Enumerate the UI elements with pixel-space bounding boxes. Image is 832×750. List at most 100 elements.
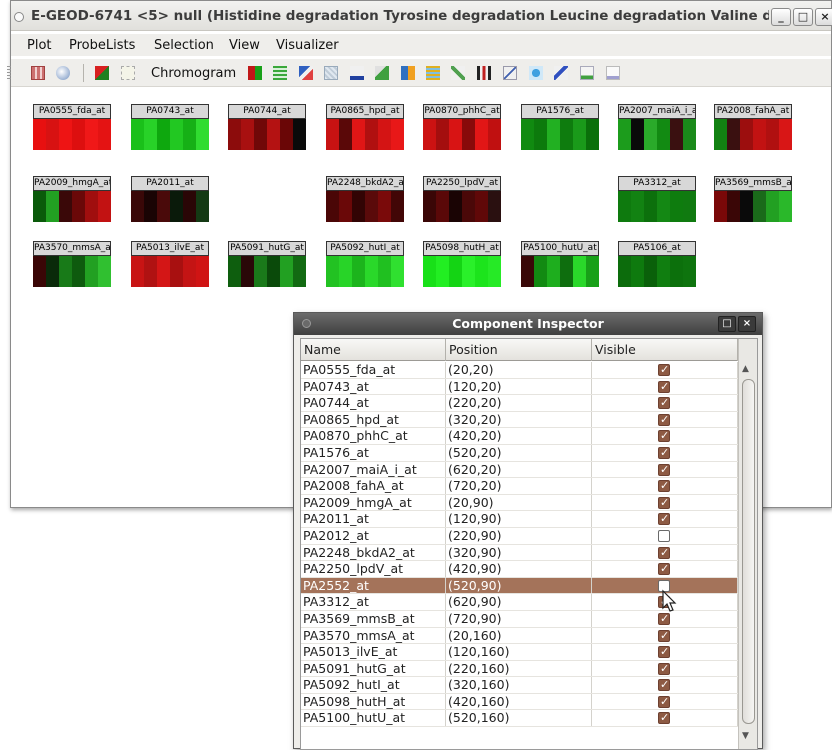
visible-checkbox[interactable] <box>658 611 670 627</box>
menu-view[interactable]: View <box>229 38 260 53</box>
edit-icon[interactable] <box>554 66 568 80</box>
visible-checkbox[interactable] <box>658 462 670 477</box>
chromogram-tile[interactable]: PA2007_maiA_i_at <box>618 104 696 150</box>
visible-checkbox[interactable] <box>658 445 670 461</box>
layout-icon[interactable] <box>121 66 135 80</box>
visible-checkbox[interactable] <box>658 545 670 560</box>
boxplot-icon[interactable] <box>477 66 491 80</box>
table-row[interactable]: PA2250_lpdV_at (420,90) <box>301 561 738 578</box>
chromogram-tile[interactable]: PA2011_at <box>131 176 209 222</box>
info-icon[interactable] <box>56 66 70 80</box>
chromogram-tile[interactable]: PA3569_mmsB_at <box>714 176 792 222</box>
chromogram-tile[interactable]: PA1576_at <box>521 104 599 150</box>
chromogram-tile[interactable]: PA2009_hmgA_at <box>33 176 111 222</box>
table-row[interactable]: PA2007_maiA_i_at (620,20) <box>301 461 738 479</box>
visible-checkbox[interactable] <box>658 478 670 494</box>
chromogram-tile[interactable]: PA2248_bkdA2_at <box>326 176 404 222</box>
chromogram-tile[interactable]: PA5098_hutH_at <box>423 241 501 287</box>
table-row[interactable]: PA5013_ilvE_at (120,160) <box>301 644 738 661</box>
visible-checkbox[interactable] <box>658 644 670 660</box>
toolbar-grip-icon[interactable] <box>7 66 11 80</box>
maximize-button[interactable]: □ <box>793 8 813 26</box>
menu-probelists[interactable]: ProbeLists <box>69 38 135 53</box>
menu-selection[interactable]: Selection <box>154 38 214 53</box>
table-row[interactable]: PA2011_at (120,90) <box>301 511 738 528</box>
chromogram-tile[interactable]: PA0743_at <box>131 104 209 150</box>
visible-checkbox[interactable] <box>658 495 670 510</box>
header-visible[interactable]: Visible <box>592 339 738 361</box>
header-name[interactable]: Name <box>301 339 446 361</box>
visible-checkbox[interactable] <box>658 511 670 527</box>
histogram-icon[interactable] <box>401 66 415 80</box>
profile-icon[interactable] <box>375 66 389 80</box>
network-icon[interactable] <box>529 66 543 80</box>
line-chart-icon[interactable] <box>451 66 465 80</box>
plot-icon[interactable] <box>95 66 109 80</box>
close-button[interactable]: × <box>815 8 832 26</box>
chromogram-tile[interactable]: PA0865_hpd_at <box>326 104 404 150</box>
visible-checkbox[interactable] <box>658 628 670 643</box>
chromogram-label[interactable]: Chromogram <box>151 66 236 81</box>
chromogram-tile[interactable]: PA5092_hutI_at <box>326 241 404 287</box>
scroll-up-icon[interactable]: ▲ <box>742 364 749 374</box>
scroll-thumb[interactable] <box>742 379 755 724</box>
table-row[interactable]: PA5100_hutU_at (520,160) <box>301 710 738 728</box>
inspector-maximize-button[interactable]: □ <box>718 316 736 332</box>
title-bar[interactable]: E-GEOD-6741 <5> null (Histidine degradat… <box>11 1 832 31</box>
visible-checkbox[interactable] <box>658 677 670 693</box>
table-row[interactable]: PA0743_at (120,20) <box>301 378 738 396</box>
table-row[interactable]: PA5091_hutG_at (220,160) <box>301 660 738 678</box>
heatmap-icon[interactable] <box>426 66 440 80</box>
vertical-scrollbar[interactable]: ▲ ▼ <box>738 339 757 749</box>
select-icon[interactable] <box>299 66 313 80</box>
chromogram-tile[interactable]: PA0555_fda_at <box>33 104 111 150</box>
window-menu-icon[interactable] <box>14 12 24 22</box>
table-row[interactable]: PA0870_phhC_at (420,20) <box>301 428 738 445</box>
visible-checkbox[interactable] <box>658 694 670 709</box>
chromogram-tile[interactable]: PA0870_phhC_at <box>423 104 501 150</box>
table-row[interactable]: PA2008_fahA_at (720,20) <box>301 478 738 495</box>
chromogram-tile[interactable]: PA0744_at <box>228 104 306 150</box>
chromogram-tile[interactable]: PA3570_mmsA_at <box>33 241 111 287</box>
visible-checkbox[interactable] <box>658 428 670 444</box>
chromogram-tile[interactable]: PA5100_hutU_at <box>521 241 599 287</box>
table-row[interactable]: PA2009_hmgA_at (20,90) <box>301 494 738 512</box>
visible-checkbox[interactable] <box>658 362 670 378</box>
table-row[interactable]: PA0865_hpd_at (320,20) <box>301 411 738 429</box>
export-icon[interactable] <box>580 66 594 80</box>
visible-checkbox[interactable] <box>658 395 670 411</box>
settings-icon[interactable] <box>606 66 620 80</box>
bar-chart-icon[interactable] <box>350 66 364 80</box>
list-icon[interactable] <box>273 66 287 80</box>
inspector-title-bar[interactable]: Component Inspector □ × <box>294 313 762 335</box>
scatter-icon[interactable] <box>324 66 338 80</box>
table-row[interactable]: PA5098_hutH_at (420,160) <box>301 693 738 711</box>
chromogram-tile[interactable]: PA3312_at <box>618 176 696 222</box>
chromogram-tile[interactable]: PA5091_hutG_at <box>228 241 306 287</box>
visible-checkbox[interactable] <box>658 561 670 577</box>
menu-plot[interactable]: Plot <box>27 38 52 53</box>
inspector-close-button[interactable]: × <box>738 316 756 332</box>
scroll-down-icon[interactable]: ▼ <box>742 731 749 741</box>
visible-checkbox[interactable] <box>658 412 670 427</box>
grid-view-icon[interactable] <box>31 66 45 80</box>
chromogram-tile[interactable]: PA2008_fahA_at <box>714 104 792 150</box>
chromogram-tile[interactable]: PA2250_lpdV_at <box>423 176 501 222</box>
visible-checkbox[interactable] <box>658 379 670 394</box>
table-row[interactable]: PA5092_hutI_at (320,160) <box>301 677 738 694</box>
minimize-button[interactable]: _ <box>771 8 791 26</box>
trend-icon[interactable] <box>503 66 517 80</box>
chromogram-tile[interactable]: PA5106_at <box>618 241 696 287</box>
chromogram-icon[interactable] <box>248 66 262 80</box>
table-row[interactable]: PA3570_mmsA_at (20,160) <box>301 627 738 645</box>
table-row[interactable]: PA1576_at (520,20) <box>301 444 738 462</box>
chromogram-tile[interactable]: PA5013_ilvE_at <box>131 241 209 287</box>
table-row[interactable]: PA2012_at (220,90) <box>301 527 738 545</box>
table-row[interactable]: PA0555_fda_at (20,20) <box>301 362 738 379</box>
visible-checkbox[interactable] <box>658 529 670 542</box>
visible-checkbox[interactable] <box>658 710 670 726</box>
visible-checkbox[interactable] <box>658 661 670 676</box>
menu-visualizer[interactable]: Visualizer <box>276 38 339 53</box>
header-position[interactable]: Position <box>446 339 592 361</box>
table-row[interactable]: PA2248_bkdA2_at (320,90) <box>301 544 738 562</box>
